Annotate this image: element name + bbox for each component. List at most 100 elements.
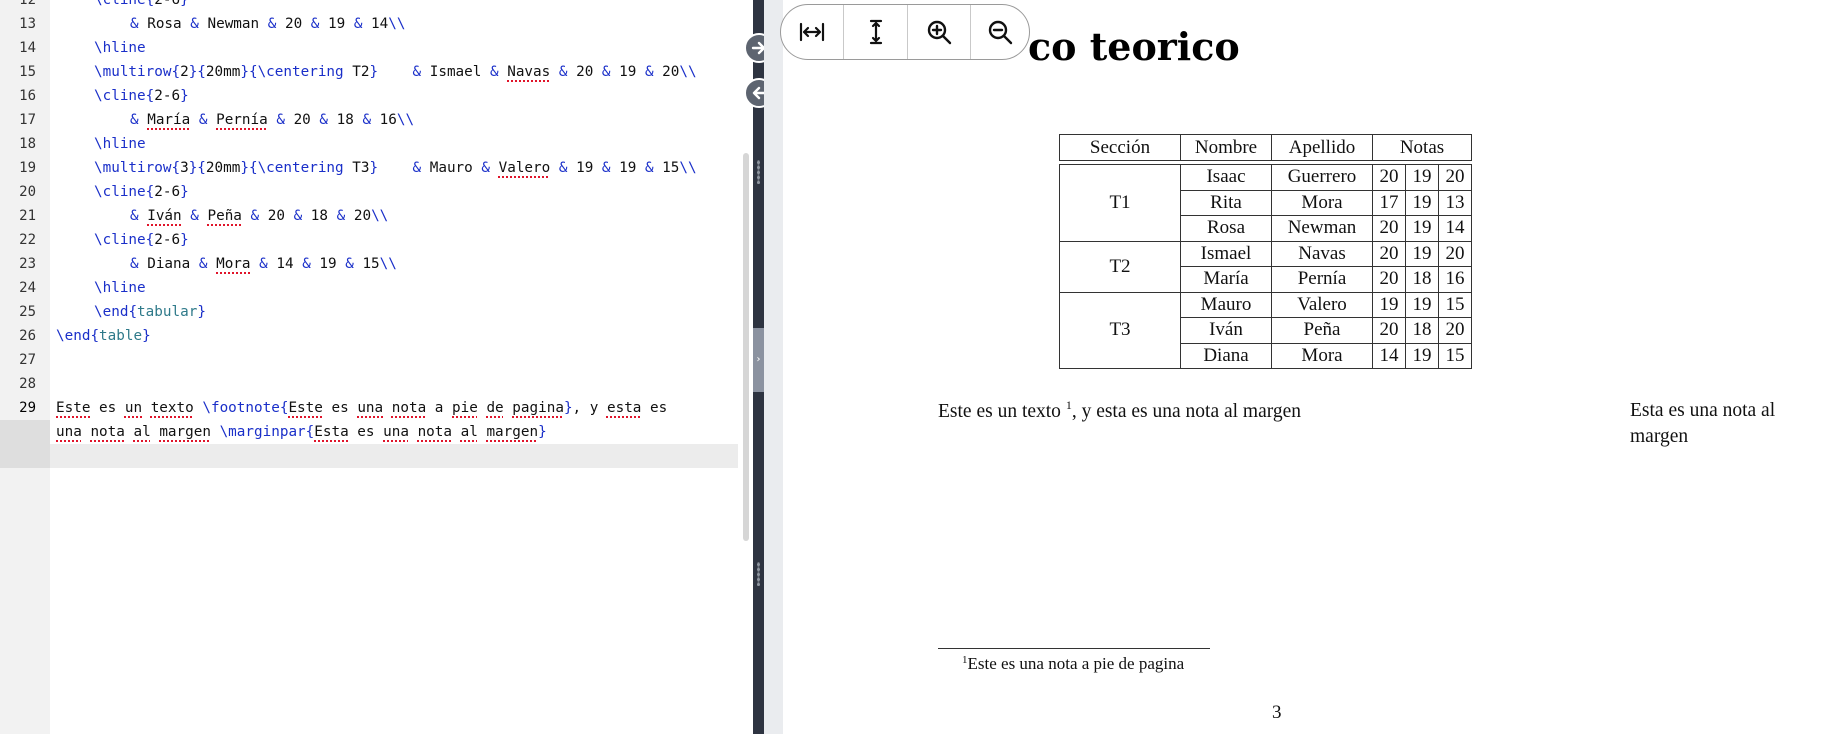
code-area[interactable]: \cline{2-6} & Rosa & Newman & 20 & 19 & 1… [50,0,740,734]
code-line[interactable]: \cline{2-6} [94,84,189,108]
zoom-in-icon [928,20,952,45]
table-header-row: Sección Nombre Apellido Notas [1059,134,1472,161]
nota-cell: 19 [1372,291,1406,318]
table-row: T2 Ismael Navas 20 19 20 [1059,240,1472,293]
code-editor[interactable]: 12 13 14 15 16 17 18 19 20 21 22 23 24 25 26 27 28 29 \cl… [0,0,753,734]
splitter-grip-top[interactable] [757,160,760,184]
header-notas: Notas [1372,134,1472,161]
code-token: { [171,160,181,176]
nota-cell: 19 [1405,291,1439,318]
code-token: 16 [371,112,397,128]
editor-scrollbar-thumb[interactable] [743,153,749,541]
code-line[interactable]: \cline{2-6} [94,0,189,12]
nombre-cell: Rosa [1180,215,1272,242]
nota-cell: 19 [1405,342,1439,369]
code-token: \centering [257,160,344,176]
code-token: 19 [567,160,602,176]
code-token: } [180,184,189,200]
code-line[interactable]: \multirow{2}{20mm}{\centering T2} & Isma… [94,60,697,84]
line-number: 15 [19,64,36,80]
fit-width-button[interactable] [781,5,845,59]
margin-note: Esta es una nota al margen [1630,400,1776,447]
code-token: { [305,424,315,440]
apellido-cell: Valero [1271,291,1373,318]
code-token: \\ [679,64,697,80]
code-token: 3 [180,160,189,176]
spellcheck-flagged-word: al [460,424,478,440]
zoom-out-icon [989,20,1013,45]
line-number-gutter: 12 13 14 15 16 17 18 19 20 21 22 23 24 25 26 27 28 29 [0,0,50,734]
code-line[interactable]: & Rosa & Newman & 20 & 19 & 14\\ [130,12,406,36]
collapse-pane-tab[interactable]: › [753,328,764,392]
code-line[interactable]: & Iván & Peña & 20 & 18 & 20\\ [130,204,388,228]
code-line[interactable]: \multirow{3}{20mm}{\centering T3} & Maur… [94,156,697,180]
code-token: } [369,64,379,80]
code-line[interactable]: & Diana & Mora & 14 & 19 & 15\\ [130,252,397,276]
code-token: 20 [259,208,294,224]
code-line[interactable]: \cline{2-6} [94,180,189,204]
code-token: & [190,16,199,32]
code-token: \\ [679,160,697,176]
fit-height-button[interactable] [844,5,908,59]
grades-table: Sección Nombre Apellido Notas T1 Isaac Gue… [1059,134,1472,369]
code-line[interactable]: una nota al margen \marginpar{Esta es un… [56,420,547,444]
code-token: & [130,256,139,272]
zoom-out-button[interactable] [971,5,1029,59]
spellcheck-flagged-word: nota [90,424,125,440]
spellcheck-flagged-word: una [383,424,409,440]
line-number: 18 [19,136,36,152]
line-number: 20 [19,184,36,200]
code-token: { [145,184,155,200]
code-token: \end [94,304,129,320]
code-token: & [481,160,490,176]
code-line[interactable]: \hline [94,36,146,60]
fit-height-icon [869,19,882,45]
code-token: & [490,64,499,80]
code-token: Rosa [138,16,191,32]
code-token: \cline [94,184,146,200]
nota-cell: 20 [1438,164,1472,191]
current-line-highlight [50,444,738,468]
code-line[interactable]: \end{table} [56,324,151,348]
code-token: \footnote [202,400,280,416]
code-token: a [426,400,453,416]
code-token: & [259,256,268,272]
code-line[interactable]: \cline{2-6} [94,228,189,252]
line-number: 17 [19,112,36,128]
line-number: 25 [19,304,36,320]
code-token: 19 [610,64,645,80]
code-token: & [250,208,260,224]
spellcheck-flagged-word: Peña [207,208,242,224]
code-token: es [322,400,358,416]
line-number: 14 [19,40,36,56]
code-token: \multirow [94,64,172,80]
code-token: & [319,112,329,128]
code-token: & [302,256,311,272]
code-token: \\ [396,112,415,128]
nota-cell: 19 [1405,189,1439,216]
line-number: 27 [19,352,36,368]
code-token: 2-6 [154,184,181,200]
code-line[interactable]: \hline [94,276,146,300]
code-token: { [145,88,155,104]
code-line[interactable]: Este es un texto \footnote{Este es una n… [56,396,667,420]
code-token: { [171,64,181,80]
code-token: 15 [653,160,680,176]
table-row: T3 Mauro Valero 19 19 15 [1059,291,1472,369]
code-token: \cline [94,232,146,248]
code-token: & [601,64,611,80]
code-token: \multirow [94,160,172,176]
code-token: 20 [653,64,680,80]
splitter-grip-bottom[interactable] [757,562,760,586]
code-line[interactable]: \end{tabular} [94,300,206,324]
zoom-in-button[interactable] [908,5,972,59]
code-token: }{ [188,64,206,80]
code-line[interactable]: & María & Pernía & 20 & 18 & 16\\ [130,108,414,132]
code-line[interactable]: \hline [94,132,146,156]
